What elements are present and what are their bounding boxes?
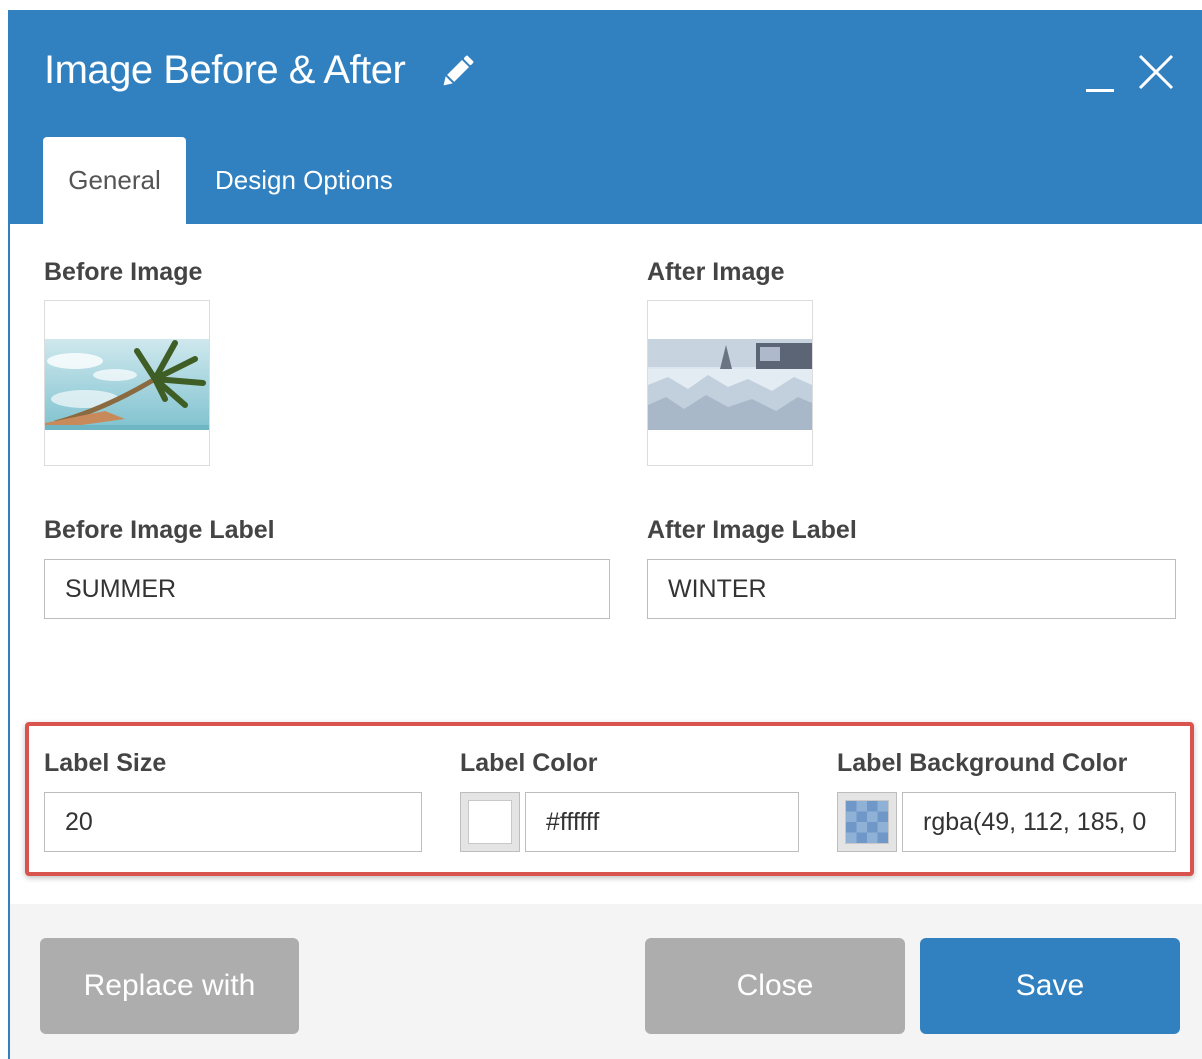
tab-design-options[interactable]: Design Options: [215, 137, 393, 224]
minimize-icon[interactable]: [1084, 62, 1116, 94]
modal-title: Image Before & After: [44, 48, 406, 92]
after-image-thumbnail[interactable]: [647, 300, 813, 466]
replace-with-button[interactable]: Replace with: [40, 938, 299, 1034]
close-button[interactable]: Close: [645, 938, 905, 1034]
pencil-icon[interactable]: [437, 52, 477, 92]
after-label-title: After Image Label: [647, 516, 857, 544]
label-size-title: Label Size: [44, 749, 167, 777]
label-color-input[interactable]: #ffffff: [525, 792, 799, 852]
label-color-title: Label Color: [460, 749, 598, 777]
close-icon[interactable]: [1136, 52, 1176, 92]
after-label-input[interactable]: WINTER: [647, 559, 1176, 619]
before-image-thumbnail[interactable]: [44, 300, 210, 466]
label-color-swatch[interactable]: [460, 792, 520, 852]
before-label-input[interactable]: SUMMER: [44, 559, 610, 619]
after-image-label: After Image: [647, 258, 785, 286]
save-button[interactable]: Save: [920, 938, 1180, 1034]
white-color-preview: [468, 800, 512, 844]
before-label-title: Before Image Label: [44, 516, 275, 544]
tab-general[interactable]: General: [43, 137, 186, 224]
checkerboard-color-preview: [845, 800, 889, 844]
label-bg-color-swatch[interactable]: [837, 792, 897, 852]
beach-palm-image: [45, 339, 209, 430]
winter-field-image: [648, 339, 812, 430]
label-bg-color-input[interactable]: rgba(49, 112, 185, 0: [902, 792, 1176, 852]
label-bg-color-title: Label Background Color: [837, 749, 1128, 777]
label-size-input[interactable]: 20: [44, 792, 422, 852]
before-image-label: Before Image: [44, 258, 203, 286]
modal-header: [8, 10, 1202, 224]
